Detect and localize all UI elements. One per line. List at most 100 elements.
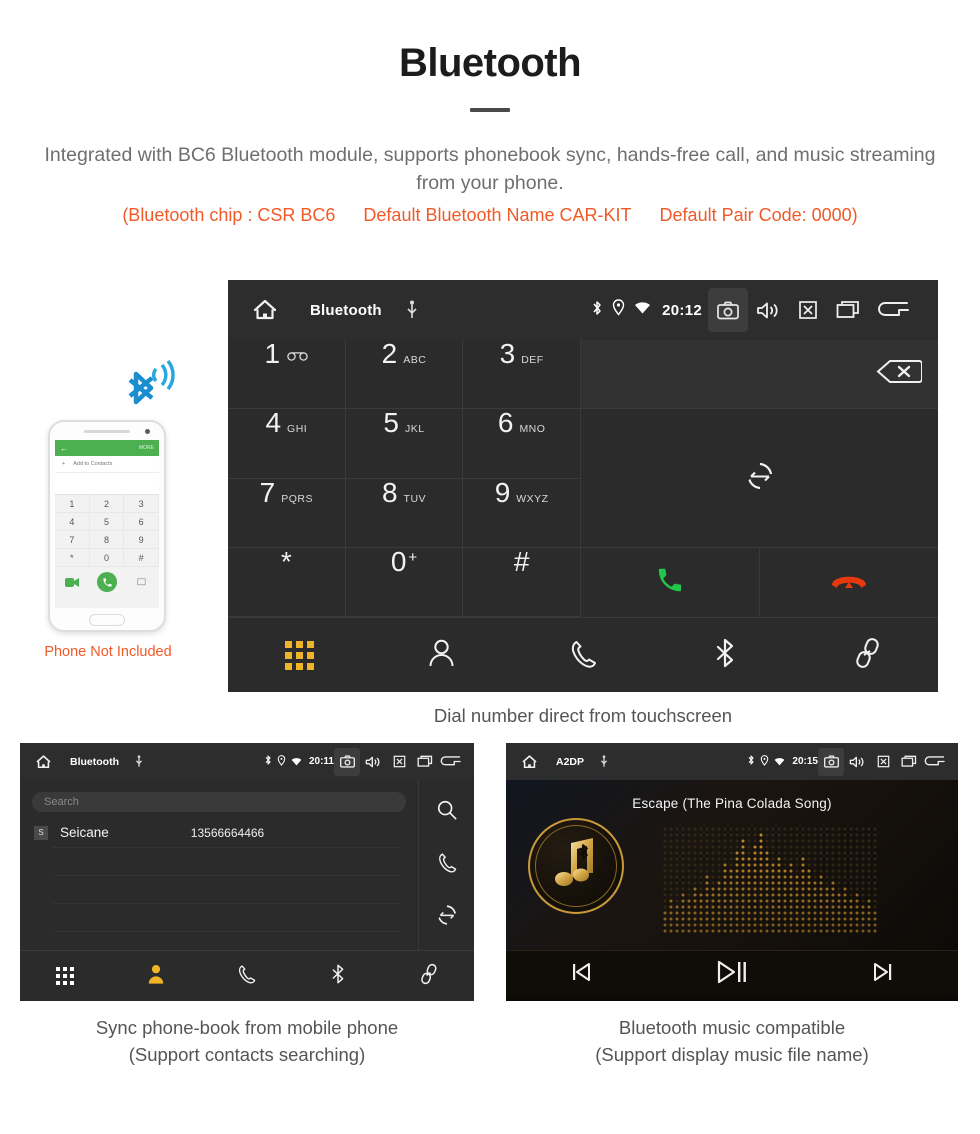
- album-art: [528, 818, 624, 914]
- voicemail-icon: [287, 348, 308, 366]
- phone-key: 8: [89, 531, 125, 549]
- contacts-icon: [146, 963, 166, 990]
- recents-icon[interactable]: [896, 748, 922, 776]
- spec-chip: (Bluetooth chip : CSR BC6: [122, 205, 336, 226]
- volume-icon[interactable]: [748, 288, 788, 332]
- tab-keypad[interactable]: [228, 640, 370, 670]
- close-box-icon[interactable]: [386, 748, 412, 776]
- call-answer-button[interactable]: [581, 548, 760, 617]
- key-hash[interactable]: #: [463, 545, 581, 617]
- key-label: 6: [497, 407, 514, 439]
- backspace-icon[interactable]: [876, 359, 923, 389]
- keypad-icon: [284, 640, 314, 670]
- back-arrow-icon[interactable]: [438, 748, 464, 776]
- tab-link-pair[interactable]: [383, 963, 474, 990]
- camera-icon[interactable]: [334, 747, 360, 776]
- phone-keyboard-icon: [124, 577, 159, 587]
- tab-call-history[interactable]: [202, 963, 293, 989]
- status-clock: 20:11: [308, 756, 334, 767]
- equalizer-visualizer: [662, 826, 878, 936]
- spec-pair-code: Default Pair Code: 0000): [659, 205, 858, 226]
- music-controls: [506, 950, 958, 997]
- phone-key: 4: [55, 513, 90, 531]
- contact-initial-badge: S: [34, 825, 48, 840]
- phonebook-body: Search S Seicane 13566664466: [20, 780, 474, 950]
- call-history-icon[interactable]: [437, 851, 457, 878]
- recents-icon[interactable]: [412, 748, 438, 776]
- usb-icon: [135, 755, 143, 768]
- previous-track-icon: [570, 962, 592, 987]
- keypad-icon: [56, 967, 75, 985]
- play-pause-button[interactable]: [657, 960, 808, 989]
- camera-icon[interactable]: [708, 288, 748, 332]
- key-9[interactable]: 9 WXYZ: [463, 478, 581, 548]
- contact-row[interactable]: S Seicane 13566664466: [34, 818, 400, 848]
- key-2[interactable]: 2 ABC: [345, 340, 464, 410]
- close-box-icon[interactable]: [870, 748, 896, 776]
- contact-name: Seicane: [60, 825, 109, 840]
- key-4[interactable]: 4 GHI: [228, 409, 346, 479]
- key-plus-label: +: [408, 548, 418, 566]
- music-caption-line2: (Support display music file name): [595, 1043, 869, 1065]
- back-arrow-icon[interactable]: [868, 288, 920, 332]
- key-6[interactable]: 6 MNO: [463, 407, 581, 479]
- location-pin-icon: [760, 753, 769, 771]
- tab-contacts[interactable]: [370, 638, 512, 673]
- search-icon[interactable]: [436, 799, 458, 826]
- key-8[interactable]: 8 TUV: [345, 478, 464, 548]
- phone-call-button: [97, 572, 117, 592]
- call-end-button[interactable]: [760, 548, 938, 617]
- phone-device-body: ← MORE + Add to Contacts 1 2 3 4 5 6 7 8…: [48, 420, 166, 632]
- key-star[interactable]: *: [228, 545, 346, 617]
- usb-icon: [406, 300, 418, 320]
- tab-keypad[interactable]: [20, 967, 111, 985]
- key-label: 0: [390, 545, 407, 577]
- bluetooth-icon: [713, 637, 737, 674]
- phone-key: 0: [89, 549, 125, 567]
- key-label: #: [513, 545, 530, 577]
- sync-contacts-button[interactable]: [581, 409, 938, 548]
- phone-key: 5: [89, 513, 125, 531]
- home-icon[interactable]: [514, 754, 544, 770]
- tab-contacts[interactable]: [111, 963, 202, 990]
- tab-call-history[interactable]: [512, 638, 654, 673]
- key-3[interactable]: 3 DEF: [463, 340, 581, 410]
- dialer-keypad-area: 1 2 ABC 3 DEF 4 GHI 5 JKL 6 MNO 7 PQRS 8…: [228, 340, 938, 617]
- search-input[interactable]: Search: [32, 792, 406, 812]
- sync-icon[interactable]: [436, 904, 458, 931]
- phonebook-side-actions: [418, 780, 474, 950]
- tab-link-pair[interactable]: [796, 637, 938, 674]
- tab-bluetooth[interactable]: [654, 637, 796, 674]
- key-sublabel: PQRS: [281, 492, 313, 505]
- back-arrow-icon[interactable]: [922, 748, 948, 776]
- next-track-button[interactable]: [807, 962, 958, 987]
- phonebook-caption-line2: (Support contacts searching): [128, 1043, 366, 1065]
- number-display-field[interactable]: [581, 340, 938, 409]
- home-icon[interactable]: [28, 754, 58, 770]
- key-7[interactable]: 7 PQRS: [228, 478, 346, 548]
- contact-number: 13566664466: [190, 825, 265, 840]
- wifi-icon: [291, 753, 302, 771]
- volume-icon[interactable]: [844, 748, 870, 776]
- call-answer-icon: [655, 565, 685, 600]
- key-label: *: [280, 545, 292, 577]
- dialer-status-bar: Bluetooth 20:12: [228, 280, 938, 340]
- recents-icon[interactable]: [828, 288, 868, 332]
- bluetooth-icon: [264, 753, 272, 771]
- dialer-screenshot: Bluetooth 20:12 1 2 ABC 3 DEF 4 GHI 5 JK…: [228, 280, 938, 692]
- previous-track-button[interactable]: [506, 962, 657, 987]
- sync-icon: [745, 461, 775, 496]
- key-1[interactable]: 1: [228, 340, 346, 410]
- camera-icon[interactable]: [818, 747, 844, 776]
- volume-icon[interactable]: [360, 748, 386, 776]
- tab-bluetooth[interactable]: [292, 963, 383, 990]
- key-0[interactable]: 0 +: [345, 545, 464, 617]
- key-5[interactable]: 5 JKL: [345, 409, 464, 479]
- home-icon[interactable]: [242, 298, 288, 322]
- close-box-icon[interactable]: [788, 288, 828, 332]
- call-history-icon: [237, 963, 256, 989]
- page-title: Bluetooth: [398, 41, 582, 85]
- link-pair-icon: [853, 637, 881, 674]
- play-pause-icon: [716, 960, 748, 989]
- phonebook-tab-bar: [20, 950, 474, 1001]
